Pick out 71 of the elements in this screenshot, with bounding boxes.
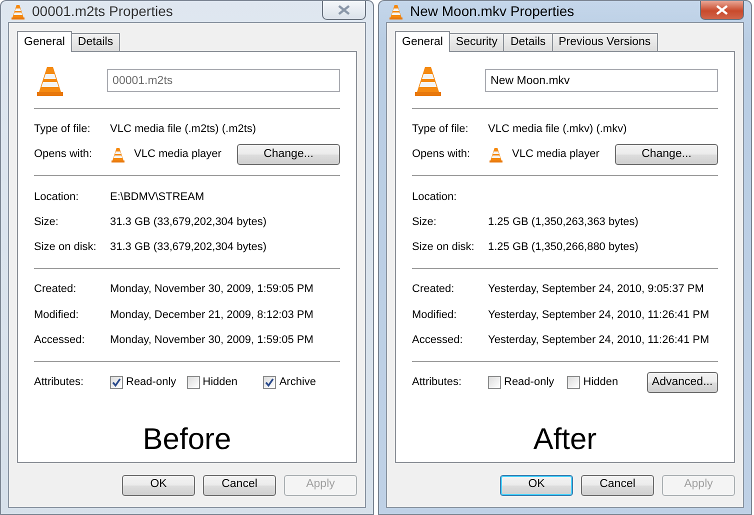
tab[interactable]: General xyxy=(17,31,72,52)
field-value: Monday, November 30, 2009, 1:59:05 PM xyxy=(110,332,314,348)
field-value: Monday, November 30, 2009, 1:59:05 PM xyxy=(110,282,314,298)
dialog-button[interactable]: Cancel xyxy=(203,474,276,496)
dialog-button[interactable]: OK xyxy=(500,474,573,496)
checkbox[interactable] xyxy=(567,376,580,389)
close-button[interactable] xyxy=(322,1,366,20)
checkbox-label: Archive xyxy=(279,375,316,390)
traffic-cone-icon xyxy=(34,64,66,97)
tab[interactable]: Previous Versions xyxy=(552,33,658,51)
field-label: Location: xyxy=(412,190,458,205)
window-title: New Moon.mkv Properties xyxy=(410,2,574,21)
field-label: Attributes: xyxy=(34,375,85,390)
field-value: VLC media file (.mkv) (.mkv) xyxy=(488,122,627,138)
caption-text: Before xyxy=(142,422,232,458)
field-value: 31.3 GB (33,679,202,304 bytes) xyxy=(110,240,267,256)
checkbox[interactable] xyxy=(488,376,501,389)
field-label: Type of file: xyxy=(34,122,92,138)
file-name-field[interactable]: New Moon.mkv xyxy=(484,69,718,92)
field-label: Modified: xyxy=(34,308,80,323)
field-value: VLC media file (.m2ts) (.m2ts) xyxy=(110,122,256,138)
close-icon xyxy=(338,5,350,15)
caption-text: After xyxy=(532,422,598,458)
field-label: Location: xyxy=(34,190,80,205)
field-value: VLC media player xyxy=(134,147,222,162)
field-value: Monday, December 21, 2009, 8:12:03 PM xyxy=(110,308,314,323)
checkbox[interactable] xyxy=(186,376,200,389)
dialog-button[interactable]: Cancel xyxy=(581,474,654,496)
field-label: Type of file: xyxy=(412,122,470,138)
dialog-button[interactable]: OK xyxy=(122,474,195,496)
field-label: Size on disk: xyxy=(412,240,476,256)
field-label: Modified: xyxy=(412,308,458,323)
field-label: Created: xyxy=(412,282,456,298)
close-button[interactable] xyxy=(700,1,744,20)
tab[interactable]: General xyxy=(395,31,450,52)
field-value: 1.25 GB (1,350,266,880 bytes) xyxy=(488,240,638,256)
field-label: Opens with: xyxy=(412,147,472,162)
field-label: Size: xyxy=(412,214,438,230)
checkbox[interactable] xyxy=(110,376,123,389)
field-value: Yesterday, September 24, 2010, 9:05:37 PM xyxy=(488,282,704,298)
tab[interactable]: Security xyxy=(448,33,504,51)
field-value: E:\BDMV\STREAM xyxy=(110,190,204,205)
field-label: Opens with: xyxy=(34,147,94,162)
traffic-cone-icon xyxy=(110,146,126,163)
checkbox[interactable] xyxy=(263,376,276,389)
field-label: Accessed: xyxy=(34,332,86,348)
traffic-cone-icon xyxy=(10,4,26,20)
traffic-cone-icon xyxy=(412,64,444,97)
field-value: VLC media player xyxy=(512,147,600,162)
traffic-cone-icon xyxy=(388,4,404,20)
field-value: Yesterday, September 24, 2010, 11:26:41 PM xyxy=(488,308,710,323)
field-value: 31.3 GB (33,679,202,304 bytes) xyxy=(110,214,267,230)
checkbox-label: Read-only xyxy=(126,375,176,390)
window-title: 00001.m2ts Properties xyxy=(32,2,173,21)
tab[interactable]: Details xyxy=(503,33,553,51)
change-button[interactable]: Change... xyxy=(237,144,340,166)
field-label: Created: xyxy=(34,282,78,298)
close-icon xyxy=(716,5,728,15)
checkbox-label: Hidden xyxy=(202,375,238,390)
field-label: Attributes: xyxy=(412,375,463,390)
checkbox-label: Read-only xyxy=(504,375,554,390)
field-label: Accessed: xyxy=(412,332,464,348)
checkbox-label: Hidden xyxy=(583,375,618,390)
field-value: 1.25 GB (1,350,263,363 bytes) xyxy=(488,214,638,230)
advanced-button[interactable]: Advanced... xyxy=(646,372,718,393)
field-label: Size: xyxy=(34,214,60,230)
field-label: Size on disk: xyxy=(34,240,98,256)
traffic-cone-icon xyxy=(488,146,504,163)
change-button[interactable]: Change... xyxy=(615,144,718,166)
tab[interactable]: Details xyxy=(70,33,120,51)
field-value: Yesterday, September 24, 2010, 11:26:41 PM xyxy=(488,332,710,348)
